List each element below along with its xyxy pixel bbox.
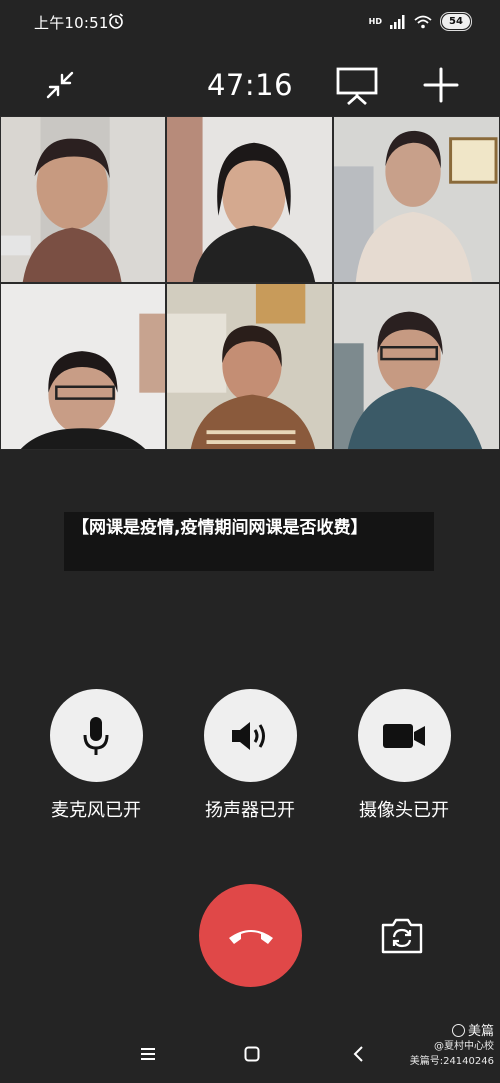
participant-video-1[interactable] — [0, 116, 166, 283]
participant-video-6[interactable] — [333, 283, 500, 450]
menu-icon — [141, 1048, 155, 1060]
mic-control[interactable]: 麦克风已开 — [41, 689, 151, 822]
camera-label: 摄像头已开 — [359, 800, 449, 821]
speaker-control[interactable]: 扬声器已开 — [195, 689, 305, 822]
participant-video-5[interactable] — [166, 283, 333, 450]
participant-video-3[interactable] — [333, 116, 500, 283]
microphone-icon — [83, 716, 109, 755]
menu-button[interactable] — [134, 1040, 162, 1068]
video-grid — [0, 116, 500, 450]
add-member-icon[interactable] — [421, 65, 461, 105]
screen-share-icon[interactable] — [333, 65, 381, 107]
watermark-author: @夏村中心校 — [434, 1041, 494, 1052]
watermark: 美篇 @夏村中心校 美篇号:24140246 — [410, 1024, 494, 1069]
article-title-banner: 【网课是疫情,疫情期间网课是否收费】 — [64, 512, 434, 571]
participant-video-2[interactable] — [166, 116, 333, 283]
wifi-icon — [414, 15, 432, 28]
watermark-logo-icon — [451, 1024, 465, 1037]
back-button[interactable] — [344, 1040, 372, 1068]
call-header: 47:16 — [0, 50, 500, 116]
back-icon — [353, 1046, 363, 1062]
speaker-icon — [232, 721, 265, 750]
battery-level: 54 — [442, 14, 470, 29]
status-bar: 上午10:51 HD 54 — [0, 0, 500, 44]
mic-label: 麦克风已开 — [51, 800, 141, 821]
speaker-label: 扬声器已开 — [205, 800, 295, 821]
alarm-icon — [109, 13, 123, 29]
speaker-button[interactable] — [203, 689, 297, 782]
home-button[interactable] — [238, 1040, 266, 1068]
signal-icon — [390, 14, 405, 29]
network-label: HD — [368, 17, 382, 26]
participant-video-4[interactable] — [0, 283, 166, 450]
camera-control[interactable]: 摄像头已开 — [349, 689, 459, 822]
switch-camera-icon[interactable] — [379, 915, 425, 957]
phone-hangup-icon — [228, 929, 273, 944]
watermark-id: 美篇号:24140246 — [409, 1056, 494, 1067]
camera-button[interactable] — [357, 689, 451, 782]
battery-icon: 54 — [440, 12, 472, 31]
home-icon — [244, 1046, 260, 1062]
mic-button[interactable] — [49, 689, 143, 782]
status-icons: HD 54 — [369, 12, 472, 31]
status-time: 上午10:51 — [34, 14, 109, 32]
watermark-brand-text: 美篇 — [467, 1024, 494, 1039]
hangup-button[interactable] — [199, 884, 302, 987]
watermark-brand: 美篇 — [410, 1024, 494, 1039]
video-camera-icon — [383, 723, 425, 748]
